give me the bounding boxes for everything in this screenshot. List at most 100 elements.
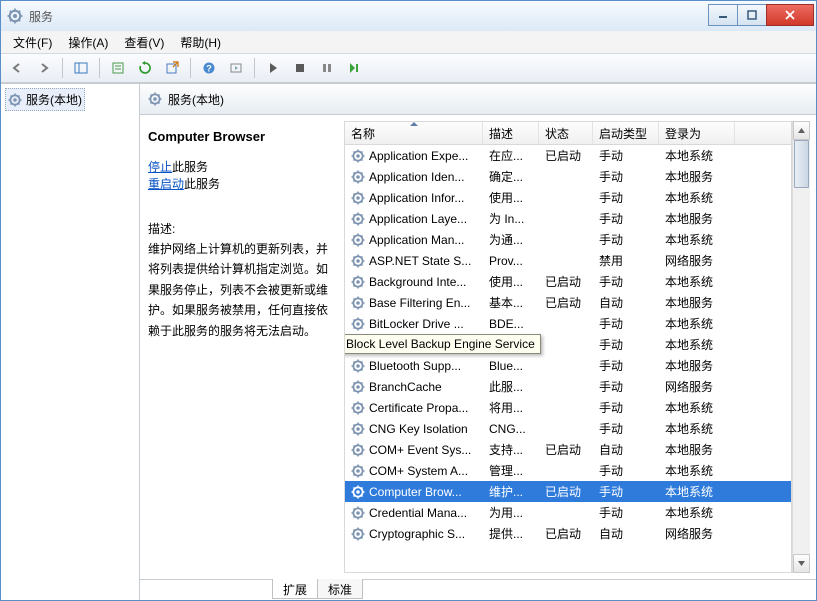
restart-link-suffix: 此服务 <box>184 177 220 191</box>
tree-node-label: 服务(本地) <box>26 91 82 108</box>
help-button[interactable]: ? <box>197 56 221 80</box>
service-row[interactable]: Application Expe...在应...已启动手动本地系统 <box>345 145 791 166</box>
tree-node-services-local[interactable]: 服务(本地) <box>5 88 85 111</box>
pause-service-button[interactable] <box>315 56 339 80</box>
refresh-button[interactable] <box>133 56 157 80</box>
console-tree[interactable]: 服务(本地) <box>1 84 140 600</box>
cell-name: COM+ System A... <box>345 464 483 478</box>
service-row[interactable]: Cryptographic S...提供...已启动自动网络服务 <box>345 523 791 544</box>
titlebar[interactable]: 服务 <box>1 1 816 31</box>
show-hide-console-tree-button[interactable] <box>69 56 93 80</box>
detail-pane: Computer Browser 停止此服务 重启动此服务 描述: 维护网络上计… <box>146 121 344 573</box>
service-row[interactable]: CNG Key IsolationCNG...手动本地系统 <box>345 418 791 439</box>
stop-service-link[interactable]: 停止 <box>148 160 172 174</box>
service-row[interactable]: Bluetooth Supp...Blue...手动本地服务 <box>345 355 791 376</box>
service-row[interactable]: BranchCache此服...手动网络服务 <box>345 376 791 397</box>
service-icon <box>351 296 365 310</box>
cell-description: CNG... <box>483 422 539 436</box>
cell-name: Base Filtering En... <box>345 296 483 310</box>
cell-name: CNG Key Isolation <box>345 422 483 436</box>
menu-file[interactable]: 文件(F) <box>5 32 60 53</box>
start-service-button[interactable] <box>261 56 285 80</box>
service-row[interactable]: Base Filtering En...基本...已启动自动本地服务 <box>345 292 791 313</box>
col-name[interactable]: 名称 <box>345 122 483 144</box>
cell-logon: 本地系统 <box>659 483 735 500</box>
cell-startup: 手动 <box>593 336 659 353</box>
cell-logon: 本地系统 <box>659 315 735 332</box>
cell-description: 将用... <box>483 399 539 416</box>
minimize-button[interactable] <box>708 4 738 26</box>
cell-logon: 网络服务 <box>659 252 735 269</box>
tab-extended[interactable]: 扩展 <box>272 579 318 599</box>
scroll-thumb[interactable] <box>794 140 809 188</box>
column-headers: 名称 描述 状态 启动类型 登录为 <box>344 121 792 145</box>
service-icon <box>351 380 365 394</box>
cell-startup: 自动 <box>593 294 659 311</box>
service-row[interactable]: Application Man...为通...手动本地系统 <box>345 229 791 250</box>
close-button[interactable] <box>766 4 814 26</box>
cell-description: Blue... <box>483 359 539 373</box>
service-row[interactable]: Background Inte...使用...已启动手动本地系统 <box>345 271 791 292</box>
cell-name: Computer Brow... <box>345 485 483 499</box>
cell-name: Certificate Propa... <box>345 401 483 415</box>
cell-status: 已启动 <box>539 441 593 458</box>
menu-help[interactable]: 帮助(H) <box>172 32 229 53</box>
properties-button[interactable] <box>106 56 130 80</box>
cell-logon: 本地系统 <box>659 273 735 290</box>
service-row[interactable]: BitLocker Drive ...BDE...手动本地系统 <box>345 313 791 334</box>
service-row[interactable]: Credential Mana...为用...手动本地系统 <box>345 502 791 523</box>
service-row[interactable]: Computer Brow...维护...已启动手动本地系统 <box>345 481 791 502</box>
cell-name: Application Iden... <box>345 170 483 184</box>
cell-logon: 本地系统 <box>659 147 735 164</box>
export-list-button[interactable] <box>160 56 184 80</box>
stop-service-button[interactable] <box>288 56 312 80</box>
restart-service-button[interactable] <box>342 56 366 80</box>
cell-description: 在应... <box>483 147 539 164</box>
col-logon-as[interactable]: 登录为 <box>659 122 735 144</box>
service-row[interactable]: COM+ Event Sys...支持...已启动自动本地服务 <box>345 439 791 460</box>
menu-view[interactable]: 查看(V) <box>116 32 172 53</box>
service-icon <box>351 359 365 373</box>
service-row[interactable]: COM+ System A...管理...手动本地系统 <box>345 460 791 481</box>
cell-startup: 手动 <box>593 420 659 437</box>
tab-standard[interactable]: 标准 <box>317 579 363 599</box>
scroll-down-button[interactable] <box>793 554 810 573</box>
cell-description: 管理... <box>483 462 539 479</box>
cell-startup: 自动 <box>593 441 659 458</box>
service-row[interactable]: Application Laye...为 In...手动本地服务 <box>345 208 791 229</box>
menu-action[interactable]: 操作(A) <box>60 32 116 53</box>
col-startup-type[interactable]: 启动类型 <box>593 122 659 144</box>
cell-description: 使用... <box>483 273 539 290</box>
col-description[interactable]: 描述 <box>483 122 539 144</box>
cell-startup: 手动 <box>593 462 659 479</box>
service-row[interactable]: Application Iden...确定...手动本地服务 <box>345 166 791 187</box>
service-icon <box>351 506 365 520</box>
cell-logon: 网络服务 <box>659 525 735 542</box>
scroll-up-button[interactable] <box>793 121 810 140</box>
cell-description: 基本... <box>483 294 539 311</box>
restart-service-link[interactable]: 重启动 <box>148 177 184 191</box>
service-row[interactable]: ASP.NET State S...Prov...禁用网络服务 <box>345 250 791 271</box>
service-icon <box>351 191 365 205</box>
cell-logon: 本地系统 <box>659 231 735 248</box>
service-icon <box>351 422 365 436</box>
vertical-scrollbar[interactable] <box>792 121 810 573</box>
cell-description: 提供... <box>483 525 539 542</box>
cell-name: ASP.NET State S... <box>345 254 483 268</box>
toolbar-extra-button[interactable] <box>224 56 248 80</box>
service-icon <box>351 464 365 478</box>
services-icon <box>7 8 23 24</box>
cell-logon: 本地服务 <box>659 294 735 311</box>
scroll-track[interactable] <box>793 140 810 554</box>
maximize-button[interactable] <box>737 4 767 26</box>
col-status[interactable]: 状态 <box>539 122 593 144</box>
service-icon <box>351 254 365 268</box>
forward-button[interactable] <box>32 56 56 80</box>
back-button[interactable] <box>5 56 29 80</box>
service-row[interactable]: Certificate Propa...将用...手动本地系统 <box>345 397 791 418</box>
cell-startup: 手动 <box>593 483 659 500</box>
service-row[interactable]: Application Infor...使用...手动本地系统 <box>345 187 791 208</box>
cell-logon: 本地服务 <box>659 210 735 227</box>
cell-name: BranchCache <box>345 380 483 394</box>
cell-logon: 网络服务 <box>659 378 735 395</box>
